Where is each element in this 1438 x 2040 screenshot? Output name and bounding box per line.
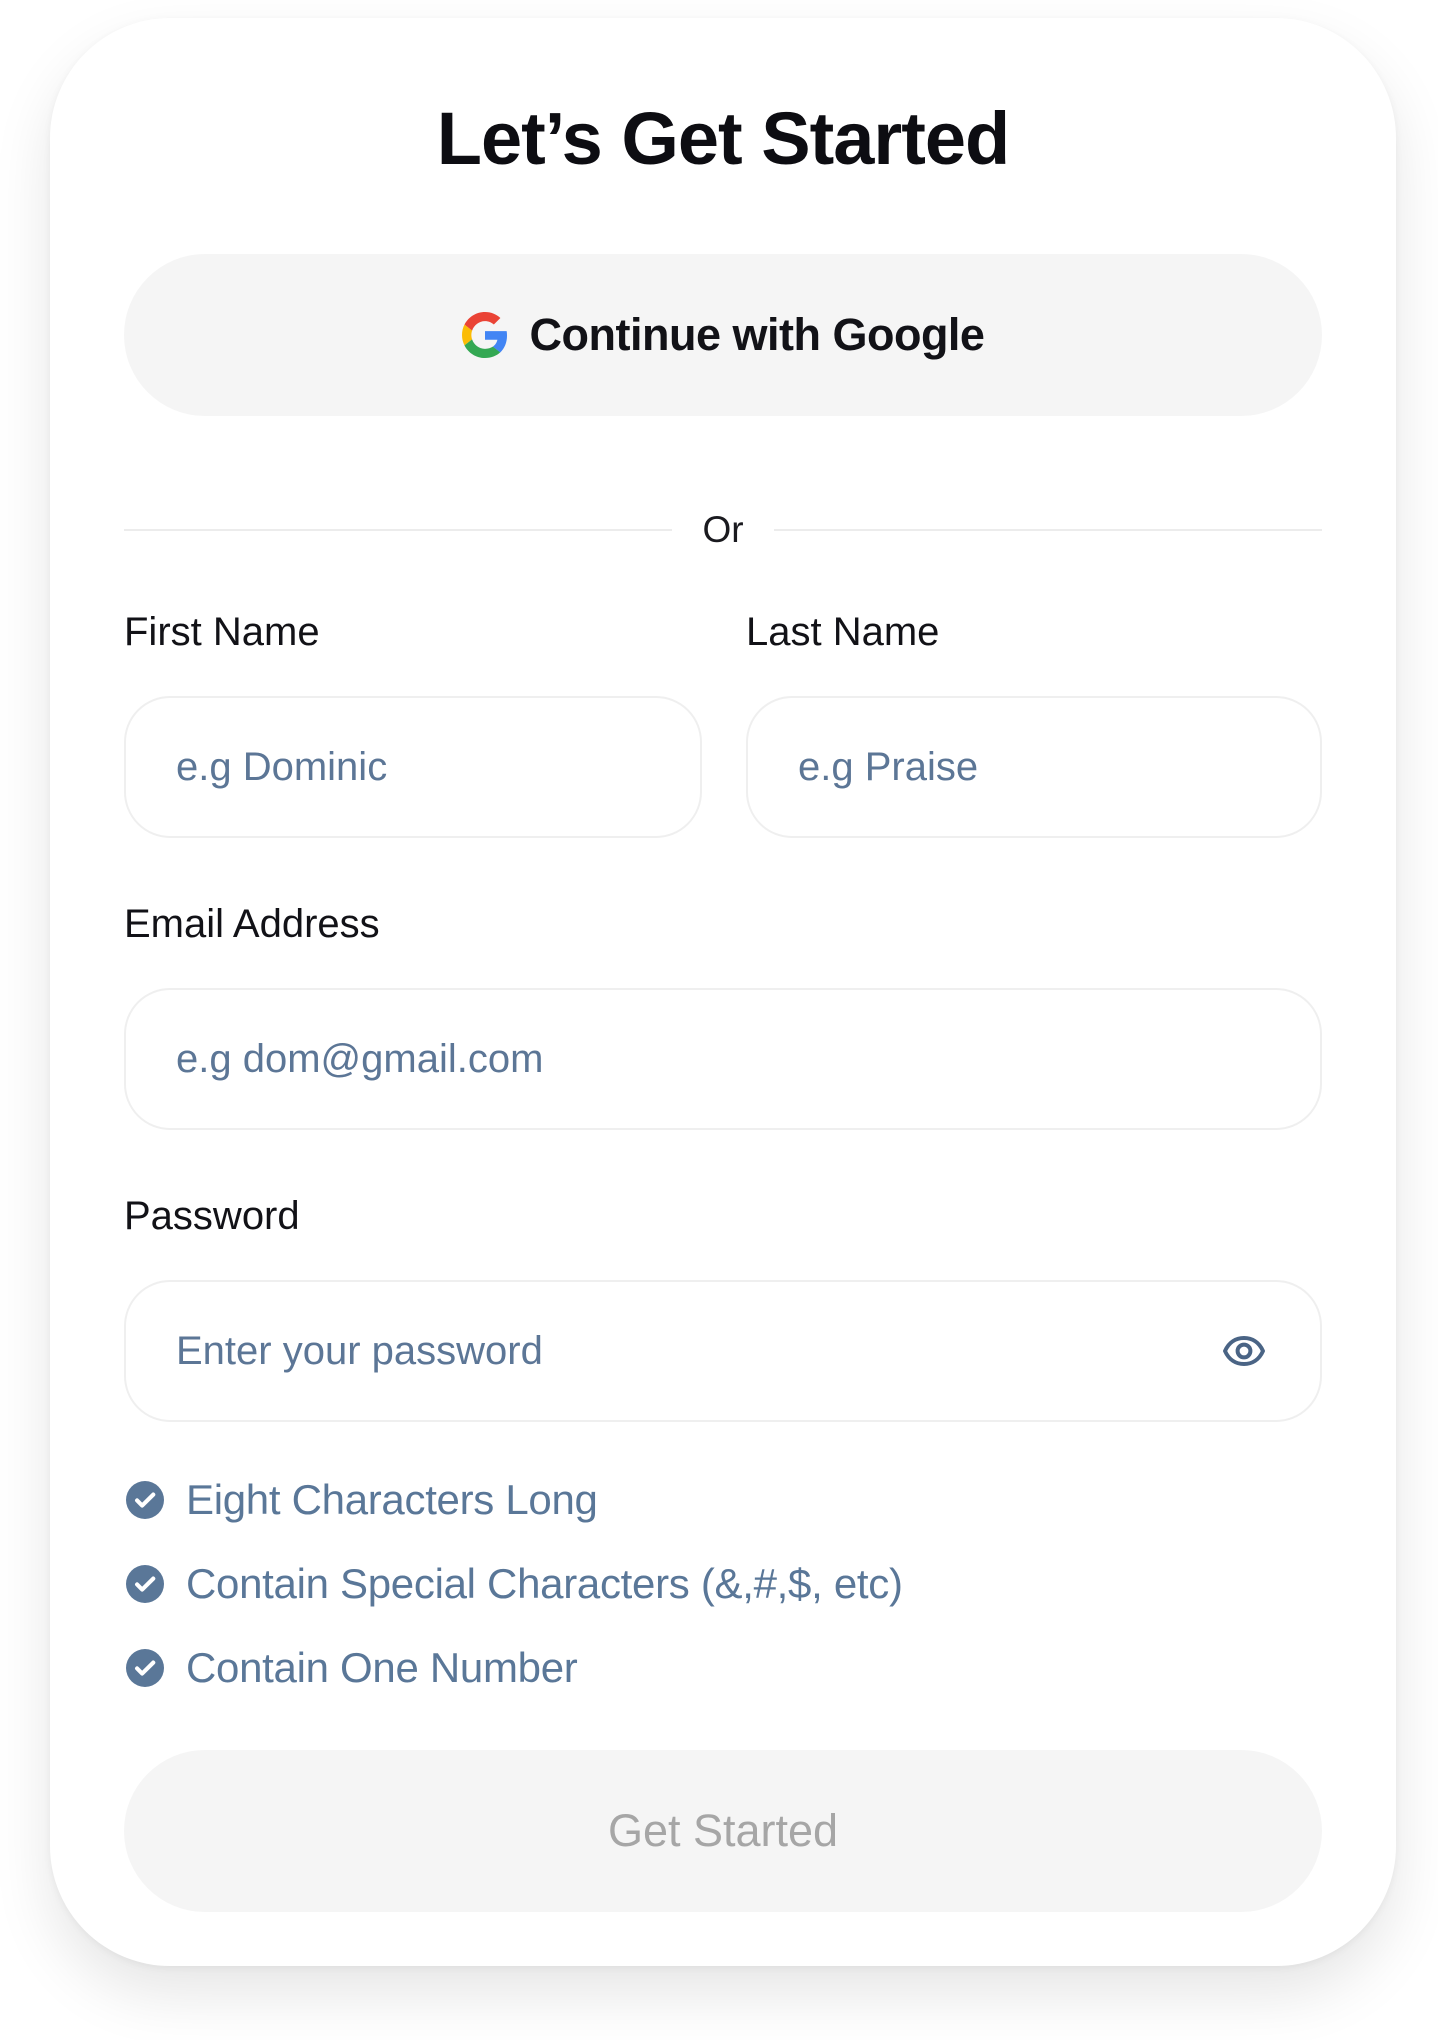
divider-text: Or [702, 509, 744, 550]
eye-icon[interactable] [1216, 1323, 1272, 1379]
requirement-text: Contain One Number [186, 1644, 578, 1691]
email-input[interactable] [174, 1035, 1272, 1083]
divider-line-left [124, 529, 673, 531]
requirement-item: Eight Characters Long [124, 1458, 903, 1542]
email-label: Email Address [124, 902, 380, 946]
password-label: Password [124, 1194, 300, 1238]
first-name-input[interactable] [174, 743, 652, 791]
last-name-label: Last Name [746, 610, 940, 654]
requirement-text: Eight Characters Long [186, 1476, 598, 1523]
first-name-field-box [124, 696, 702, 838]
last-name-input[interactable] [796, 743, 1272, 791]
page-title: Let’s Get Started [436, 97, 1010, 180]
requirement-text: Contain Special Characters (&,#,$, etc) [186, 1560, 903, 1607]
google-button-label: Continue with Google [529, 309, 985, 360]
google-g-icon [461, 312, 508, 358]
last-name-field-box [746, 696, 1322, 838]
requirement-item: Contain Special Characters (&,#,$, etc) [124, 1542, 903, 1626]
password-requirements-list: Eight Characters Long Contain Special Ch… [124, 1458, 903, 1710]
email-field-box [124, 988, 1322, 1130]
or-divider: Or [124, 502, 1323, 558]
signup-card: Let’s Get Started Continue with Google O… [50, 18, 1396, 1966]
get-started-button[interactable]: Get Started [124, 1750, 1322, 1912]
continue-with-google-button[interactable]: Continue with Google [124, 254, 1322, 416]
first-name-label: First Name [124, 610, 320, 654]
check-circle-icon [126, 1481, 164, 1519]
password-field-box [124, 1280, 1322, 1422]
requirement-item: Contain One Number [124, 1626, 903, 1710]
divider-line-right [773, 529, 1323, 531]
check-circle-icon [126, 1649, 164, 1687]
check-circle-icon [126, 1565, 164, 1603]
password-input[interactable] [174, 1327, 1216, 1375]
